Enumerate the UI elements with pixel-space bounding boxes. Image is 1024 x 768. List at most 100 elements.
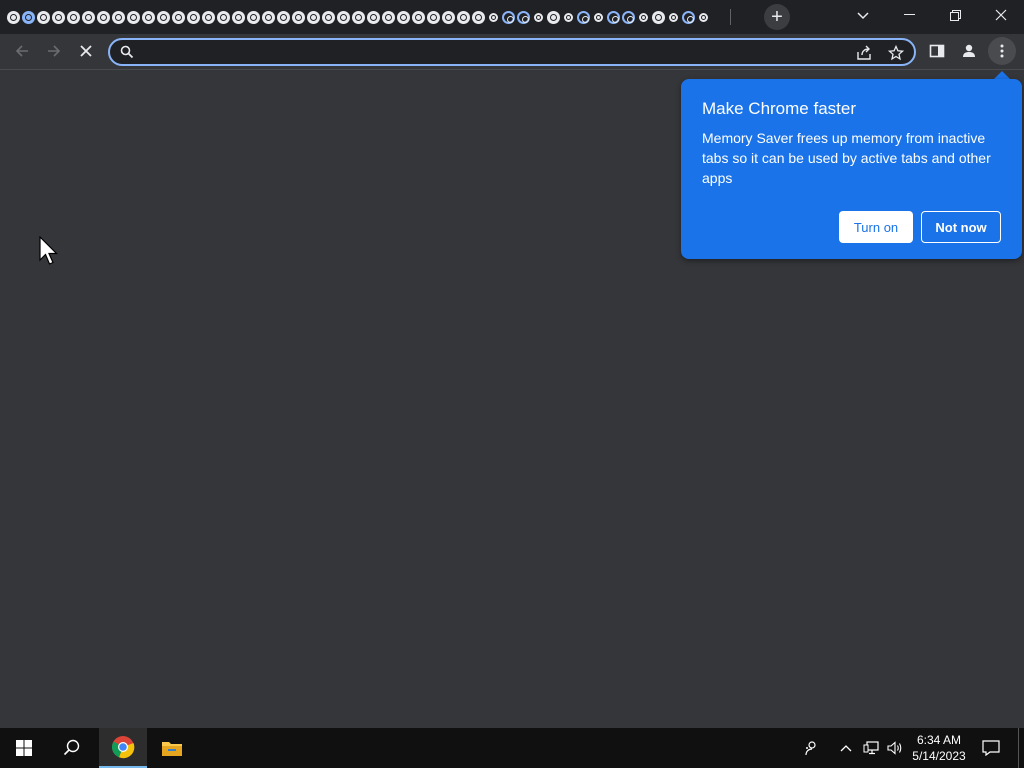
browser-tab[interactable] [456, 7, 471, 27]
network-button[interactable] [860, 728, 882, 768]
tab-favicon-icon [669, 12, 678, 22]
browser-tab[interactable] [636, 7, 651, 27]
browser-tab[interactable] [696, 7, 711, 27]
taskbar-file-explorer[interactable] [148, 728, 196, 768]
forward-button[interactable] [40, 37, 68, 65]
browser-tab[interactable] [471, 7, 486, 27]
browser-tab[interactable] [171, 7, 186, 27]
tab-favicon-icon [187, 10, 200, 24]
browser-tab[interactable] [351, 7, 366, 27]
tab-favicon-icon [489, 12, 498, 22]
address-input[interactable] [142, 43, 842, 61]
tab-favicon-icon [564, 12, 573, 22]
taskbar-chrome[interactable] [99, 728, 147, 768]
people-button[interactable] [798, 728, 824, 768]
browser-tab[interactable] [666, 7, 681, 27]
plus-icon: + [771, 6, 783, 28]
memory-saver-promo: Make Chrome faster Memory Saver frees up… [681, 79, 1022, 259]
popup-body: Memory Saver frees up memory from inacti… [702, 130, 991, 186]
browser-tab[interactable] [126, 7, 141, 27]
search-icon [120, 45, 134, 59]
browser-tab[interactable] [531, 7, 546, 27]
show-hidden-icons-button[interactable] [836, 728, 856, 768]
side-panel-button[interactable] [923, 37, 951, 65]
browser-tab[interactable] [201, 7, 216, 27]
clock-time: 6:34 AM [916, 733, 962, 747]
browser-tab[interactable] [501, 7, 516, 27]
restore-icon [949, 9, 961, 21]
people-icon [805, 741, 816, 756]
browser-tab[interactable] [561, 7, 576, 27]
minimize-button[interactable] [886, 0, 932, 30]
browser-tab[interactable] [51, 7, 66, 27]
tab-favicon-icon [172, 10, 185, 24]
browser-tab[interactable] [516, 7, 531, 27]
browser-tab[interactable] [366, 7, 381, 27]
browser-tab[interactable] [231, 7, 246, 27]
browser-tab[interactable] [156, 7, 171, 27]
action-center-button[interactable] [976, 728, 1006, 768]
profile-button[interactable] [955, 37, 983, 65]
volume-button[interactable] [884, 728, 906, 768]
bookmark-button[interactable] [886, 43, 906, 63]
stop-loading-button[interactable] [72, 37, 100, 65]
close-window-button[interactable] [978, 0, 1024, 30]
browser-tab[interactable] [246, 7, 261, 27]
browser-tab[interactable] [396, 7, 411, 27]
browser-tab[interactable] [606, 7, 621, 27]
tab-favicon-icon [352, 10, 365, 24]
tab-favicon-icon [157, 10, 170, 24]
browser-tab[interactable] [261, 7, 276, 27]
new-tab-button[interactable]: + [764, 4, 790, 30]
file-explorer-icon [162, 742, 182, 756]
browser-tab[interactable] [621, 7, 636, 27]
browser-tab[interactable] [6, 7, 21, 27]
back-button[interactable] [8, 37, 36, 65]
turn-on-button[interactable]: Turn on [839, 211, 913, 243]
browser-tab[interactable] [426, 7, 441, 27]
share-button[interactable] [854, 43, 874, 63]
browser-tab[interactable] [336, 7, 351, 27]
browser-tab[interactable] [306, 7, 321, 27]
tab-favicon-icon [112, 10, 125, 24]
browser-tab[interactable] [321, 7, 336, 27]
browser-tab[interactable] [216, 7, 231, 27]
browser-tab[interactable] [36, 7, 51, 27]
not-now-button[interactable]: Not now [921, 211, 1001, 243]
browser-tab[interactable] [546, 7, 561, 27]
browser-tab[interactable] [576, 7, 591, 27]
tab-favicon-icon [622, 10, 635, 24]
close-icon [80, 45, 92, 57]
show-desktop-button[interactable] [1018, 728, 1024, 768]
tab-search-button[interactable] [852, 6, 874, 26]
browser-tab[interactable] [441, 7, 456, 27]
browser-tab[interactable] [411, 7, 426, 27]
browser-tab[interactable] [591, 7, 606, 27]
chevron-down-icon [857, 12, 869, 20]
volume-icon [887, 741, 902, 755]
tab-favicon-icon [472, 10, 485, 24]
address-bar[interactable] [108, 38, 916, 66]
browser-tab[interactable] [486, 7, 501, 27]
taskbar-search-button[interactable] [48, 728, 96, 768]
browser-tab[interactable] [381, 7, 396, 27]
browser-tab[interactable] [111, 7, 126, 27]
browser-tab[interactable] [276, 7, 291, 27]
browser-tab[interactable] [651, 7, 666, 27]
chrome-menu-button[interactable] [988, 37, 1016, 65]
browser-tab[interactable] [81, 7, 96, 27]
browser-tab[interactable] [291, 7, 306, 27]
start-button[interactable] [0, 728, 48, 768]
browser-tab[interactable] [96, 7, 111, 27]
browser-tab[interactable] [21, 7, 36, 27]
browser-tab[interactable] [141, 7, 156, 27]
tab-favicon-icon [307, 10, 320, 24]
browser-tab[interactable] [66, 7, 81, 27]
tab-favicon-icon [82, 10, 95, 24]
tab-favicon-icon [382, 10, 395, 24]
restore-button[interactable] [932, 0, 978, 30]
browser-tab[interactable] [681, 7, 696, 27]
browser-toolbar [0, 34, 1024, 70]
clock-button[interactable]: 6:34 AM 5/14/2023 [908, 728, 970, 768]
browser-tab[interactable] [186, 7, 201, 27]
